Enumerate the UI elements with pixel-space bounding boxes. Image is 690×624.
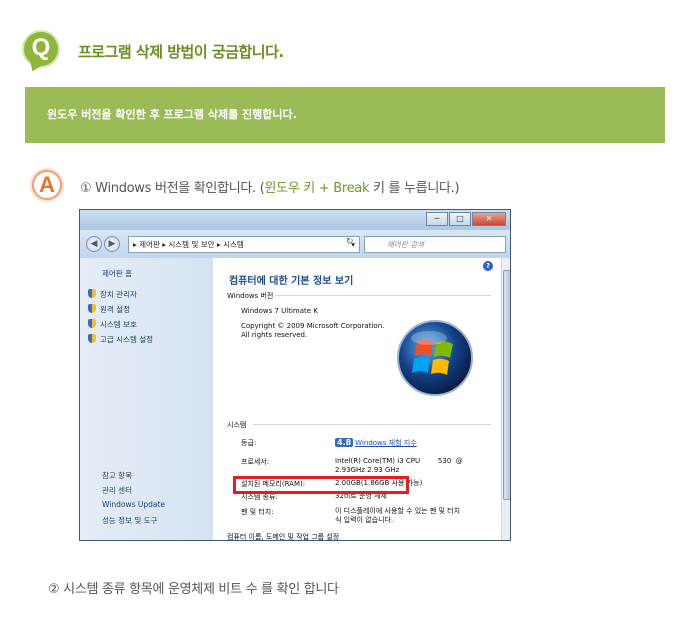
pen-touch-label: 펜 및 터치: <box>241 508 274 516</box>
rating-value[interactable]: 4.8 Windows 체험 지수 <box>335 438 417 448</box>
vertical-scrollbar[interactable] <box>501 258 510 540</box>
step2-instruction: ② 시스템 종류 항목에 운영체제 비트 수 를 확인 합니다 <box>48 582 339 597</box>
task-system-protection[interactable]: 시스템 보호 <box>88 319 137 330</box>
back-arrow-icon[interactable]: ◀ <box>86 236 102 252</box>
section-divider <box>253 424 491 425</box>
search-input[interactable]: 제어판 검색 <box>364 236 506 253</box>
shield-icon <box>88 289 96 298</box>
task-device-manager[interactable]: 장치 관리자 <box>88 289 137 300</box>
shield-icon <box>88 319 96 328</box>
step1-prefix: ① Windows 버전을 확인합니다. ( <box>80 181 265 196</box>
see-also-action-center[interactable]: 관리 센터 <box>102 485 132 496</box>
edition-name: Windows 7 Ultimate K <box>241 307 318 315</box>
shield-icon <box>88 334 96 343</box>
task-label: 고급 시스템 설정 <box>100 335 154 344</box>
see-also-performance[interactable]: 성능 정보 및 도구 <box>102 515 157 526</box>
system-section-title: 시스템 <box>227 421 247 429</box>
window-titlebar: ─ □ ✕ <box>80 210 510 230</box>
address-toolbar: ◀ ▶ ▸ 제어판 ▸ 시스템 및 보안 ▸ 시스템 ▾ ↻ 제어판 검색 <box>80 230 510 258</box>
system-type-highlight-box <box>233 476 409 494</box>
forward-arrow-icon[interactable]: ▶ <box>104 236 120 252</box>
address-path: ▸ 제어판 ▸ 시스템 및 보안 ▸ 시스템 <box>133 240 244 249</box>
question-badge-letter: Q <box>31 34 51 61</box>
see-also-windows-update[interactable]: Windows Update <box>102 500 165 509</box>
task-label: 장치 관리자 <box>100 290 137 299</box>
see-also-title: 참고 항목 <box>102 471 132 480</box>
system-info-panel: ? 컴퓨터에 대한 기본 정보 보기 Windows 버전 Windows 7 … <box>213 258 501 541</box>
experience-index-link[interactable]: Windows 체험 지수 <box>355 439 416 447</box>
task-label: 원격 설정 <box>100 305 130 314</box>
rights-text: All rights reserved. <box>241 331 308 339</box>
computer-name-section-title: 컴퓨터 이름, 도메인 및 작업 그룹 설정 <box>227 533 340 541</box>
question-badge: Q <box>22 30 62 75</box>
refresh-icon[interactable]: ↻ <box>346 237 358 250</box>
pen-touch-value: 이 디스플레이에 사용할 수 있는 펜 및 터치 <box>335 507 461 515</box>
step1-suffix: 키 를 누릅니다.) <box>369 181 460 196</box>
processor-label: 프로세서: <box>241 458 270 466</box>
edition-section-title: Windows 버전 <box>227 292 274 300</box>
step1-instruction: ① Windows 버전을 확인합니다. (윈도우 키 + Break 키 를 … <box>80 177 460 196</box>
section-divider <box>275 295 491 296</box>
answer-summary-bar: 윈도우 버전을 확인한 후 프로그램 삭제를 진행합니다. <box>25 87 665 143</box>
system-info-title: 컴퓨터에 대한 기본 정보 보기 <box>229 276 354 287</box>
control-panel-home-link[interactable]: 제어판 홈 <box>102 268 132 279</box>
maximize-button[interactable]: □ <box>449 212 471 226</box>
task-remote-settings[interactable]: 원격 설정 <box>88 304 130 315</box>
answer-badge: A <box>32 170 64 206</box>
help-icon[interactable]: ? <box>483 261 493 271</box>
processor-value: Intel(R) Core(TM) i3 CPU 530 @ <box>335 457 463 465</box>
question-title: 프로그램 삭제 방법이 궁금합니다. <box>78 43 284 61</box>
rating-label: 등급: <box>241 439 257 447</box>
close-button[interactable]: ✕ <box>472 212 506 226</box>
task-label: 시스템 보호 <box>100 320 137 329</box>
minimize-button[interactable]: ─ <box>426 212 448 226</box>
windows-logo-icon <box>397 320 473 396</box>
address-bar[interactable]: ▸ 제어판 ▸ 시스템 및 보안 ▸ 시스템 ▾ <box>128 236 360 253</box>
scrollbar-thumb[interactable] <box>503 270 510 500</box>
window-controls: ─ □ ✕ <box>425 212 506 226</box>
left-task-pane: 제어판 홈 장치 관리자 원격 설정 시스템 보호 고급 시스템 설정 참고 항… <box>80 258 213 540</box>
step1-key-combo: 윈도우 키 + Break <box>264 181 370 196</box>
answer-summary-text: 윈도우 버전을 확인한 후 프로그램 삭제를 진행합니다. <box>47 108 297 121</box>
processor-speed: 2.93GHz 2.93 GHz <box>335 466 400 474</box>
copyright-text: Copyright © 2009 Microsoft Corporation. <box>241 322 385 330</box>
answer-badge-letter: A <box>39 172 55 197</box>
experience-score: 4.8 <box>335 438 354 447</box>
shield-icon <box>88 304 96 313</box>
task-advanced-settings[interactable]: 고급 시스템 설정 <box>88 334 153 345</box>
pen-touch-value-2: 식 입력이 없습니다. <box>335 516 394 524</box>
